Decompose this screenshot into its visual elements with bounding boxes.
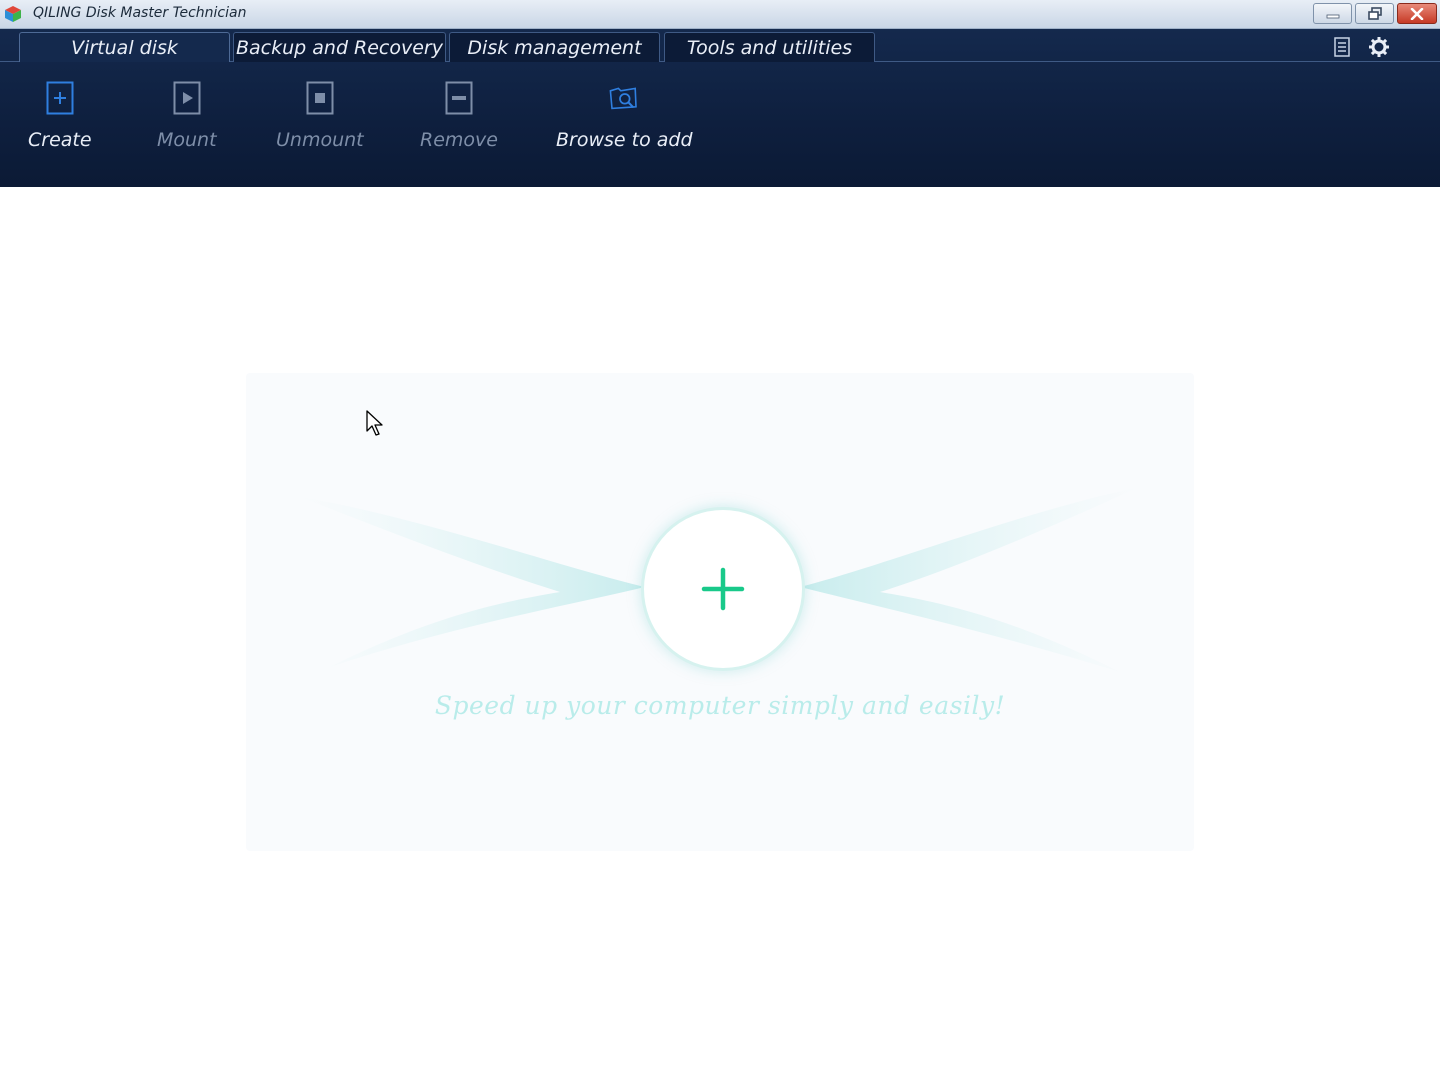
log-list-icon[interactable] bbox=[1331, 36, 1353, 58]
close-icon bbox=[1410, 7, 1424, 20]
tab-label: Backup and Recovery bbox=[235, 36, 443, 59]
unmount-label: Unmount bbox=[276, 129, 364, 151]
add-disk-button[interactable] bbox=[641, 507, 805, 671]
remove-button[interactable]: Remove bbox=[420, 81, 498, 151]
mount-button[interactable]: Mount bbox=[157, 81, 217, 151]
ribbon: Virtual disk Backup and Recovery Disk ma… bbox=[0, 29, 1440, 187]
mount-label: Mount bbox=[157, 129, 217, 151]
minimize-icon bbox=[1326, 14, 1339, 18]
plus-icon bbox=[701, 567, 745, 611]
minimize-button[interactable] bbox=[1313, 3, 1352, 24]
browse-to-add-button[interactable]: Browse to add bbox=[556, 81, 693, 151]
window-title: QILING Disk Master Technician bbox=[33, 5, 247, 21]
tab-virtual-disk[interactable]: Virtual disk bbox=[19, 32, 230, 62]
create-disk-icon bbox=[46, 81, 74, 115]
create-button[interactable]: Create bbox=[28, 81, 92, 151]
tab-label: Disk management bbox=[467, 36, 642, 59]
app-cube-icon bbox=[5, 6, 21, 22]
mount-play-icon bbox=[173, 81, 201, 115]
browse-to-add-label: Browse to add bbox=[556, 129, 693, 151]
main-content: Speed up your computer simply and easily… bbox=[0, 187, 1440, 1080]
unmount-stop-icon bbox=[306, 81, 334, 115]
settings-gear-icon[interactable] bbox=[1368, 36, 1390, 58]
slogan-text: Speed up your computer simply and easily… bbox=[434, 691, 1006, 720]
remove-label: Remove bbox=[420, 129, 498, 151]
mouse-cursor-icon bbox=[366, 410, 383, 436]
tab-tools-and-utilities[interactable]: Tools and utilities bbox=[664, 32, 875, 62]
tab-disk-management[interactable]: Disk management bbox=[449, 32, 660, 62]
restore-button[interactable] bbox=[1355, 3, 1394, 24]
remove-minus-icon bbox=[445, 81, 473, 115]
tab-backup-and-recovery[interactable]: Backup and Recovery bbox=[233, 32, 446, 62]
title-bar: QILING Disk Master Technician bbox=[0, 0, 1440, 29]
create-label: Create bbox=[28, 129, 92, 151]
close-button[interactable] bbox=[1397, 3, 1437, 24]
restore-icon bbox=[1367, 6, 1382, 20]
browse-folder-search-icon bbox=[609, 87, 638, 110]
unmount-button[interactable]: Unmount bbox=[276, 81, 364, 151]
tab-label: Tools and utilities bbox=[686, 36, 853, 59]
tab-label: Virtual disk bbox=[71, 36, 178, 59]
